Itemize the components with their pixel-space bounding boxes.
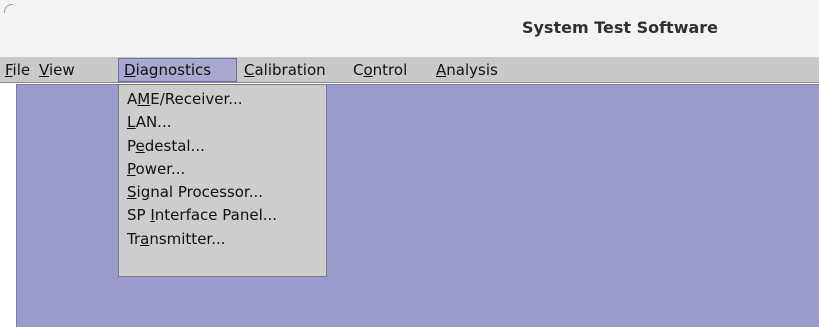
- menu-analysis-rest: nalysis: [446, 61, 498, 79]
- window-title: System Test Software: [521, 18, 719, 37]
- item-power-rest: ower...: [135, 159, 186, 178]
- menu-control[interactable]: Control: [348, 58, 412, 82]
- title-bar[interactable]: System Test Software: [0, 0, 819, 58]
- menu-bar: File View Diagnostics Calibration Contro…: [0, 57, 819, 83]
- app-window: System Test Software File View Diagnosti…: [0, 0, 819, 327]
- item-lan-rest: AN...: [135, 113, 172, 132]
- menu-view-rest: iew: [48, 61, 75, 79]
- menu-analysis[interactable]: Analysis: [431, 58, 503, 82]
- menu-diagnostics[interactable]: Diagnostics: [118, 58, 237, 82]
- menu-file[interactable]: File: [0, 58, 35, 82]
- item-sp-rest: nterface Panel...: [154, 206, 278, 225]
- menu-item-ame-receiver[interactable]: AME/Receiver...: [119, 88, 326, 111]
- item-power-mnemonic: P: [127, 159, 136, 178]
- item-transmitter-rest: nsmitter...: [149, 229, 226, 248]
- menu-view[interactable]: View: [34, 58, 80, 82]
- menu-file-mnemonic: F: [5, 61, 13, 79]
- menu-item-signal-processor[interactable]: Signal Processor...: [119, 181, 326, 204]
- item-ame-mnemonic: M: [137, 90, 151, 108]
- item-signal-rest: ignal Processor...: [136, 183, 264, 202]
- menu-item-lan[interactable]: LAN...: [119, 111, 326, 134]
- menu-diagnostics-mnemonic: D: [124, 61, 136, 79]
- item-pedestal-rest: destal...: [144, 136, 205, 155]
- menu-analysis-mnemonic: A: [436, 61, 447, 79]
- menu-calibration[interactable]: Calibration: [239, 58, 331, 82]
- item-lan-mnemonic: L: [127, 113, 136, 132]
- menu-item-pedestal[interactable]: Pedestal...: [119, 135, 326, 158]
- diagnostics-dropdown: AME/Receiver... LAN... Pedestal... Power…: [118, 84, 327, 277]
- item-transmitter-mnemonic: a: [140, 229, 150, 248]
- menu-calibration-rest: alibration: [254, 61, 326, 79]
- menu-view-mnemonic: V: [39, 61, 49, 79]
- item-pedestal-mnemonic: e: [135, 136, 145, 155]
- menu-file-rest: ile: [12, 61, 31, 79]
- menu-item-transmitter[interactable]: Transmitter...: [119, 228, 326, 251]
- item-ame-pre: A: [127, 90, 138, 108]
- menu-item-power[interactable]: Power...: [119, 158, 326, 181]
- item-ame-rest: E/Receiver...: [150, 90, 243, 108]
- item-signal-mnemonic: S: [127, 183, 137, 202]
- menu-calibration-mnemonic: C: [244, 61, 255, 79]
- item-pedestal-pre: P: [127, 136, 136, 155]
- menu-control-mnemonic: o: [363, 61, 373, 79]
- workspace-margin: [0, 84, 16, 327]
- menu-control-rest: ntrol: [372, 61, 408, 79]
- menu-item-sp-interface-panel[interactable]: SP Interface Panel...: [119, 204, 326, 227]
- window-corner: [4, 4, 13, 13]
- menu-control-pre: C: [353, 61, 364, 79]
- item-transmitter-pre: Tr: [127, 229, 141, 248]
- menu-diagnostics-rest: iagnostics: [135, 61, 212, 79]
- item-sp-pre: SP: [127, 206, 151, 225]
